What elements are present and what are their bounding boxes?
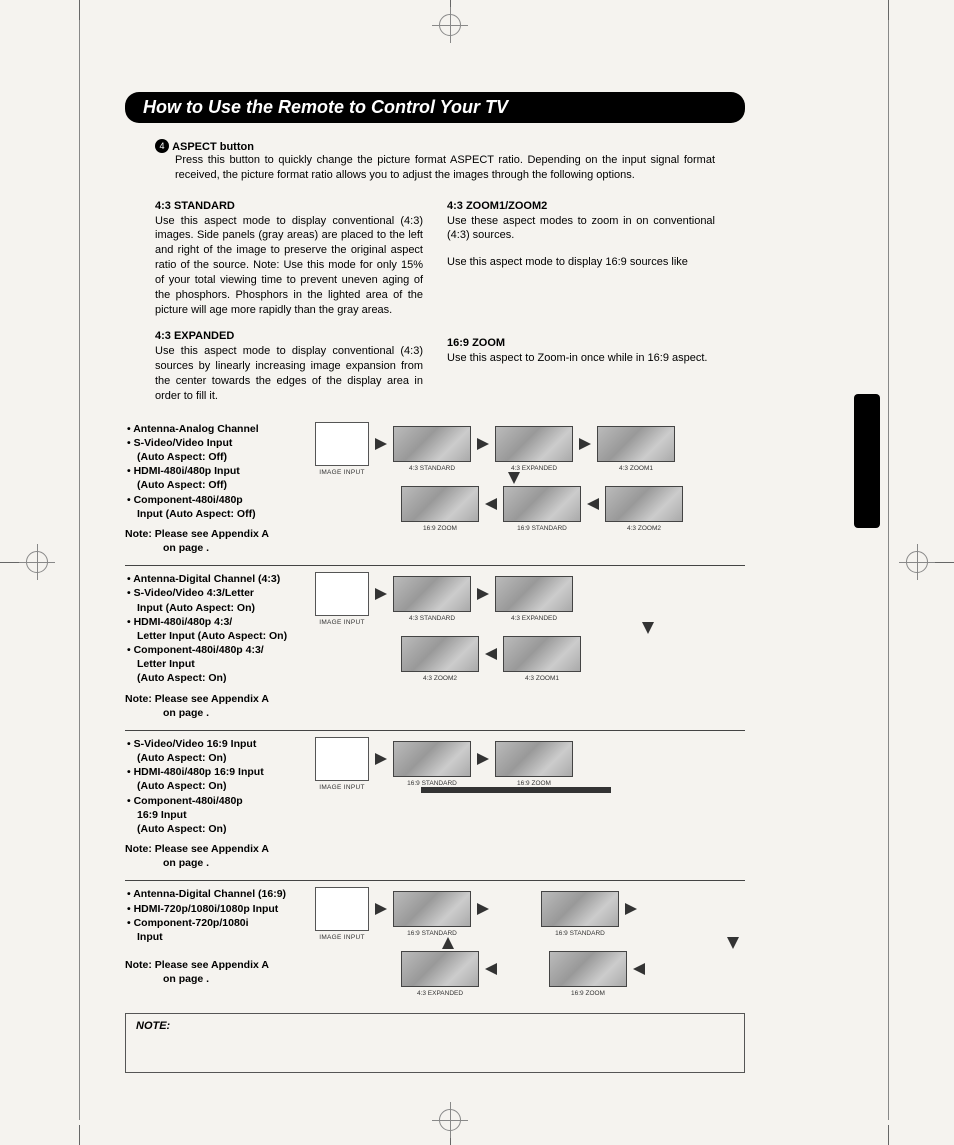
- section-title: How to Use the Remote to Control Your TV: [143, 97, 508, 117]
- arrow-down-icon: [642, 622, 654, 634]
- thumb-169-zoom: 16:9 ZOOM: [401, 486, 479, 522]
- mode-43exp-p: Use this aspect mode to display conventi…: [155, 344, 423, 403]
- item-description: Press this button to quickly change the …: [175, 153, 715, 183]
- section-header: How to Use the Remote to Control Your TV: [125, 92, 745, 123]
- note-label: NOTE:: [136, 1020, 170, 1032]
- thumb-169-standard: 16:9 STANDARD: [541, 891, 619, 927]
- item-name: ASPECT button: [172, 141, 254, 153]
- thumb-169-standard: 16:9 STANDARD: [393, 891, 471, 927]
- loop-connector: [421, 787, 611, 793]
- mode-43zoom-p: Use these aspect modes to zoom in on con…: [447, 214, 715, 244]
- diagram-group-4: • Antenna-Digital Channel (16:9) • HDMI-…: [125, 887, 745, 1001]
- arrow-left-icon: [485, 963, 497, 975]
- mode-43exp-h: 4:3 EXPANDED: [155, 329, 423, 344]
- side-tab: [854, 394, 880, 528]
- thumb-43-standard: 4:3 STANDARD: [393, 426, 471, 462]
- image-input-box: IMAGE INPUT: [315, 737, 369, 781]
- thumb-43-zoom2: 4:3 ZOOM2: [605, 486, 683, 522]
- thumb-43-expanded: 4:3 EXPANDED: [495, 576, 573, 612]
- arrow-right-icon: [625, 903, 637, 915]
- right-column: 4:3 ZOOM1/ZOOM2 Use these aspect modes t…: [447, 199, 715, 416]
- arrow-right-icon: [477, 588, 489, 600]
- arrow-right-icon: [579, 438, 591, 450]
- mode-43zoom-h: 4:3 ZOOM1/ZOOM2: [447, 199, 715, 214]
- arrow-right-icon: [375, 753, 387, 765]
- mode-43std-p: Use this aspect mode to display conventi…: [155, 214, 423, 318]
- arrow-down-icon: [727, 937, 739, 949]
- arrow-up-icon: [442, 937, 454, 949]
- arrow-left-icon: [633, 963, 645, 975]
- mode-169zoom-p: Use this aspect to Zoom-in once while in…: [447, 351, 715, 366]
- arrow-left-icon: [485, 498, 497, 510]
- thumb-169-standard: 16:9 STANDARD: [393, 741, 471, 777]
- arrow-left-icon: [587, 498, 599, 510]
- diagram-group-2: • Antenna-Digital Channel (4:3) • S-Vide…: [125, 572, 745, 731]
- mode-169zoom-h: 16:9 ZOOM: [447, 336, 715, 351]
- arrow-right-icon: [375, 903, 387, 915]
- mode-43zoom-p2: Use this aspect mode to display 16:9 sou…: [447, 255, 715, 270]
- thumb-43-zoom1: 4:3 ZOOM1: [503, 636, 581, 672]
- arrow-right-icon: [477, 753, 489, 765]
- diagram-group-1: • Antenna-Analog Channel • S-Video/Video…: [125, 422, 745, 567]
- page-content: How to Use the Remote to Control Your TV…: [125, 92, 745, 1073]
- arrow-down-icon: [508, 472, 520, 484]
- thumb-169-zoom: 16:9 ZOOM: [549, 951, 627, 987]
- thumb-43-zoom1: 4:3 ZOOM1: [597, 426, 675, 462]
- image-input-box: IMAGE INPUT: [315, 572, 369, 616]
- mode-43std-h: 4:3 STANDARD: [155, 199, 423, 214]
- thumb-43-expanded: 4:3 EXPANDED: [401, 951, 479, 987]
- item-number-badge: 4: [155, 139, 169, 153]
- thumb-43-expanded: 4:3 EXPANDED: [495, 426, 573, 462]
- image-input-box: IMAGE INPUT: [315, 422, 369, 466]
- arrow-right-icon: [477, 903, 489, 915]
- arrow-right-icon: [477, 438, 489, 450]
- image-input-box: IMAGE INPUT: [315, 887, 369, 931]
- thumb-43-standard: 4:3 STANDARD: [393, 576, 471, 612]
- left-column: 4:3 STANDARD Use this aspect mode to dis…: [155, 199, 423, 416]
- thumb-169-standard: 16:9 STANDARD: [503, 486, 581, 522]
- note-box: NOTE:: [125, 1013, 745, 1073]
- thumb-169-zoom: 16:9 ZOOM: [495, 741, 573, 777]
- diagram-group-3: • S-Video/Video 16:9 Input (Auto Aspect:…: [125, 737, 745, 882]
- arrow-left-icon: [485, 648, 497, 660]
- thumb-43-zoom2: 4:3 ZOOM2: [401, 636, 479, 672]
- arrow-right-icon: [375, 438, 387, 450]
- arrow-right-icon: [375, 588, 387, 600]
